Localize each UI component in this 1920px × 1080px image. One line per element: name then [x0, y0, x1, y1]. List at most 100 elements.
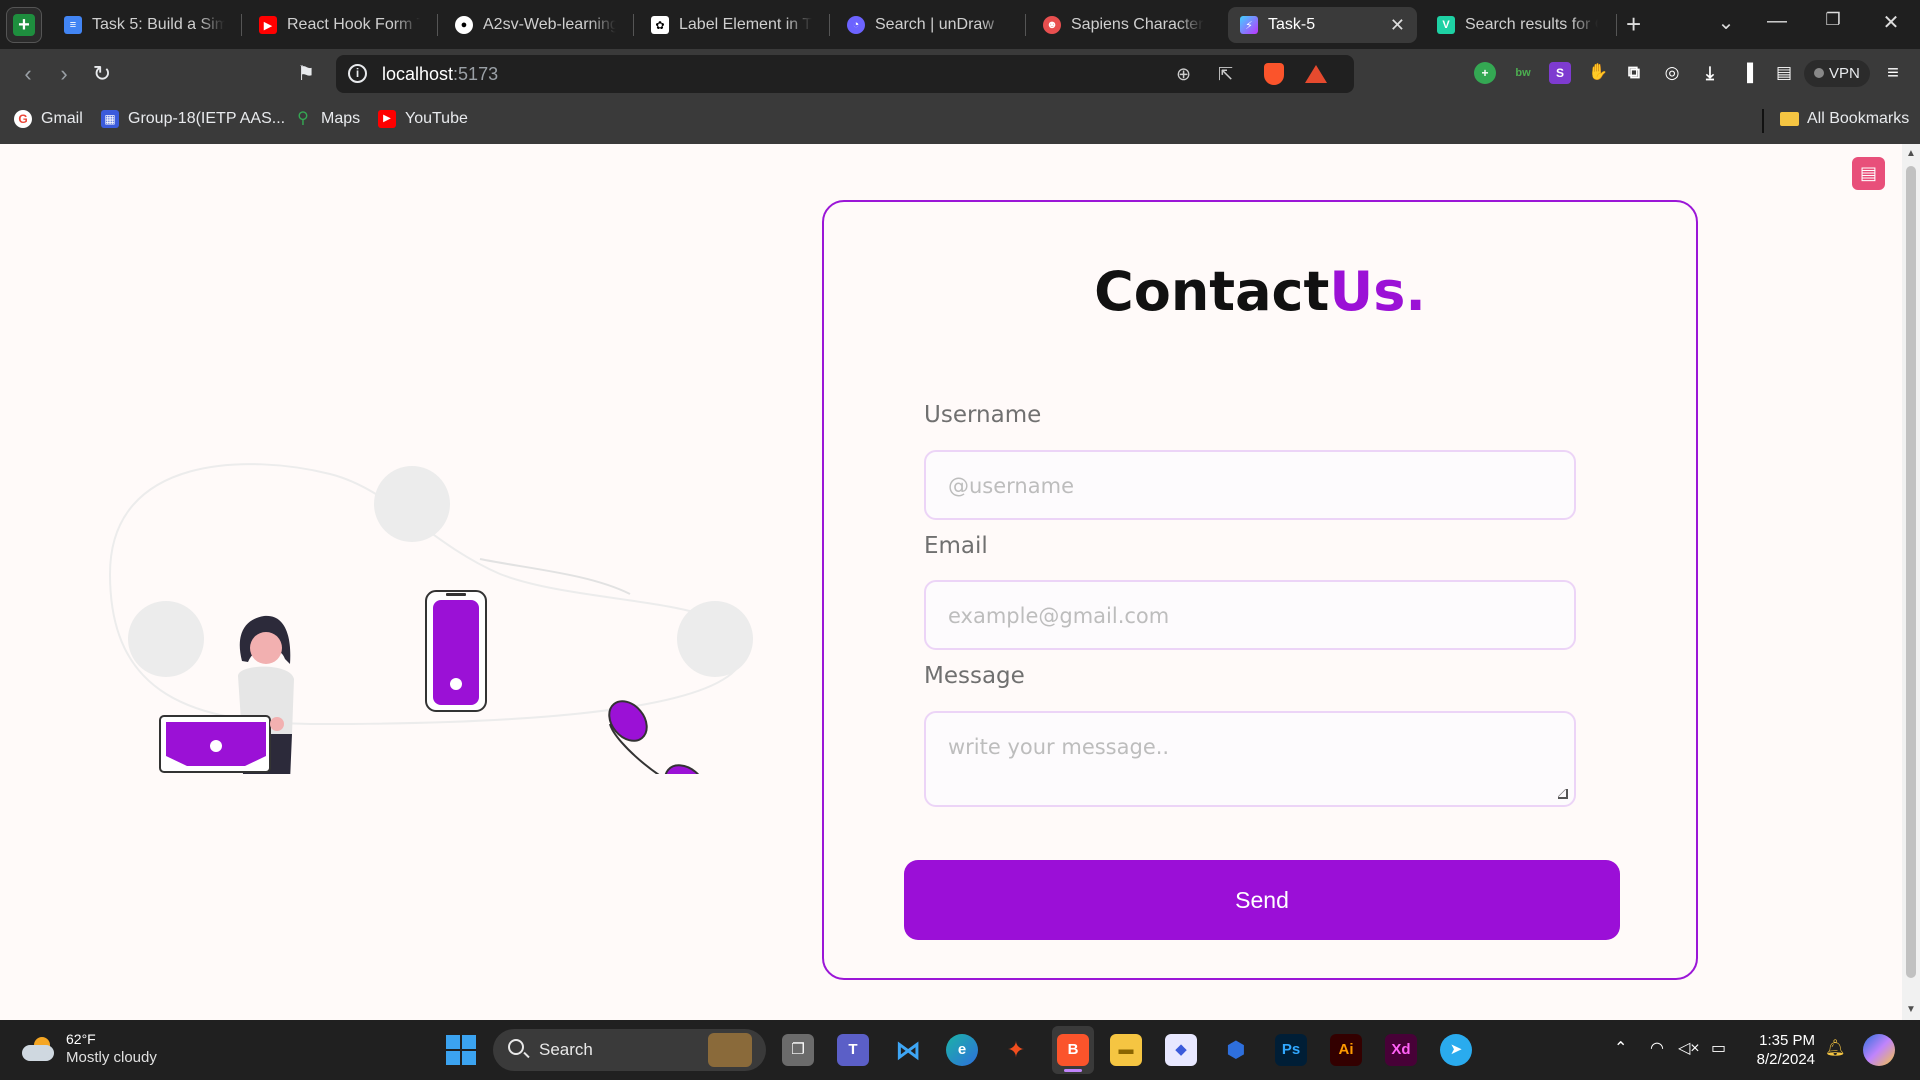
xd-icon[interactable]: Xd: [1385, 1034, 1417, 1066]
restore-icon[interactable]: ❐: [1813, 10, 1853, 30]
notification-bell-icon[interactable]: 🔔︎: [1825, 1038, 1845, 1058]
extension-s-icon[interactable]: S: [1549, 62, 1571, 84]
google-icon: G: [14, 110, 32, 128]
windows-taskbar: 62°F Mostly cloudy Search ❐ T ⋈ e ✦ B ▬ …: [0, 1020, 1920, 1080]
message-textarea[interactable]: write your message..: [924, 711, 1576, 807]
tab-github[interactable]: ● A2sv-Web-learning-: [443, 7, 628, 43]
figma-icon[interactable]: ✦: [1000, 1034, 1032, 1066]
search-highlight-icon: [708, 1033, 752, 1067]
username-input[interactable]: @username: [924, 450, 1576, 520]
bookmark-group18[interactable]: ▦ Group-18(IETP AAS...: [101, 110, 285, 128]
bookmark-youtube[interactable]: ▶ YouTube: [378, 110, 468, 128]
all-bookmarks-label: All Bookmarks: [1807, 110, 1910, 127]
brave-shields-icon[interactable]: [1264, 63, 1284, 85]
tab-actions-button[interactable]: +: [6, 7, 42, 43]
extensions-puzzle-icon[interactable]: ⧉: [1623, 62, 1645, 84]
app-icon[interactable]: ◆: [1165, 1034, 1197, 1066]
bookmark-label: Maps: [321, 110, 361, 127]
bookmark-icon[interactable]: ⚑: [292, 61, 320, 86]
tab-sapiens[interactable]: ☻ Sapiens Character Bu: [1031, 7, 1216, 43]
tab-search-chevron-icon[interactable]: ⌄: [1706, 10, 1746, 35]
tab-task5-active[interactable]: ⚡ Task-5 ✕: [1228, 7, 1417, 43]
zoom-icon[interactable]: ⊕: [1176, 64, 1191, 85]
download-icon[interactable]: ⤓: [1699, 62, 1721, 84]
page-scrollbar[interactable]: ▲ ▼: [1902, 144, 1920, 1020]
title-accent: Us.: [1329, 260, 1426, 323]
extension-plus-icon[interactable]: +: [1474, 62, 1496, 84]
brave-taskbar-button[interactable]: B: [1052, 1026, 1094, 1074]
file-explorer-icon[interactable]: ▬: [1110, 1034, 1142, 1066]
tab-undraw[interactable]: ◔ Search | unDraw: [835, 7, 1020, 43]
tab-title: A2sv-Web-learning-: [483, 16, 616, 33]
start-button[interactable]: [446, 1035, 476, 1065]
xd-label: Xd: [1391, 1041, 1411, 1058]
new-tab-button[interactable]: +: [1626, 10, 1641, 38]
vpn-button[interactable]: VPN: [1804, 60, 1870, 87]
telegram-icon[interactable]: ➤: [1440, 1034, 1472, 1066]
extension-hand-icon[interactable]: ✋: [1587, 62, 1609, 84]
share-icon[interactable]: ⇱: [1218, 64, 1233, 85]
url-host: localhost: [382, 64, 454, 84]
tab-task5-doc[interactable]: ≡ Task 5: Build a Simple: [52, 7, 237, 43]
sidebar-icon[interactable]: ▐: [1736, 62, 1758, 84]
taskbar-search[interactable]: Search: [493, 1029, 766, 1071]
task-view-icon[interactable]: ❐: [782, 1034, 814, 1066]
vuetify-icon: V: [1437, 16, 1455, 34]
bookmark-maps[interactable]: ⚲ Maps: [294, 110, 360, 128]
close-tab-icon[interactable]: ✕: [1390, 15, 1405, 36]
bookmark-label: Gmail: [41, 110, 83, 127]
bookmarks-bar: G Gmail ▦ Group-18(IETP AAS... ⚲ Maps ▶ …: [0, 99, 1920, 144]
back-icon[interactable]: ‹: [14, 61, 42, 87]
wifi-icon[interactable]: ◠: [1650, 1038, 1664, 1058]
send-button[interactable]: Send: [904, 860, 1620, 940]
brave-rewards-icon[interactable]: [1305, 65, 1327, 83]
wallet-icon[interactable]: ▤: [1773, 62, 1795, 84]
tray-overflow-icon[interactable]: ⌃: [1614, 1038, 1627, 1058]
resize-handle-icon[interactable]: [1558, 789, 1568, 799]
tab-search-results[interactable]: V Search results for Cc: [1425, 7, 1610, 43]
email-label: Email: [924, 533, 988, 559]
address-url[interactable]: localhost:5173: [382, 64, 498, 85]
github-icon: ●: [455, 16, 473, 34]
extension-bw-icon[interactable]: bw: [1512, 62, 1534, 84]
clipboard-extension-icon[interactable]: ▤: [1852, 157, 1885, 190]
username-placeholder: @username: [948, 474, 1074, 498]
tab-react-hook-form[interactable]: ▶ React Hook Form Tu: [247, 7, 432, 43]
url-port: :5173: [453, 64, 499, 84]
vscode-icon[interactable]: ⋈: [892, 1034, 924, 1066]
close-window-icon[interactable]: ✕: [1871, 10, 1911, 35]
search-label: Search: [539, 1040, 593, 1059]
bookmark-gmail[interactable]: G Gmail: [14, 110, 83, 128]
scrollbar-thumb[interactable]: [1906, 166, 1916, 978]
edge-icon[interactable]: e: [946, 1034, 978, 1066]
menu-icon[interactable]: ≡: [1882, 62, 1904, 84]
photoshop-icon[interactable]: Ps: [1275, 1034, 1307, 1066]
tab-chatgpt[interactable]: ✿ Label Element in TSX: [639, 7, 824, 43]
scroll-up-icon[interactable]: ▲: [1906, 148, 1916, 159]
scroll-down-icon[interactable]: ▼: [1906, 1004, 1916, 1015]
leo-icon[interactable]: ◎: [1661, 62, 1683, 84]
email-input[interactable]: example@gmail.com: [924, 580, 1576, 650]
tab-title: Task-5: [1268, 16, 1316, 33]
deco-circle: [128, 601, 204, 677]
teams-icon[interactable]: T: [837, 1034, 869, 1066]
weather-widget[interactable]: 62°F Mostly cloudy: [22, 1030, 157, 1067]
tab-strip: + ≡ Task 5: Build a Simple ▶ React Hook …: [0, 0, 1920, 49]
framer-icon[interactable]: ⬢: [1220, 1034, 1252, 1066]
all-bookmarks[interactable]: All Bookmarks: [1780, 110, 1909, 128]
address-bar[interactable]: i localhost:5173 ⊕ ⇱: [336, 55, 1354, 93]
site-info-icon[interactable]: i: [348, 64, 367, 83]
system-clock[interactable]: 1:35 PM 8/2/2024: [1755, 1031, 1815, 1069]
forward-icon[interactable]: ›: [50, 61, 78, 87]
vpn-label: VPN: [1829, 65, 1860, 82]
illustrator-icon[interactable]: Ai: [1330, 1034, 1362, 1066]
copilot-icon[interactable]: [1863, 1034, 1895, 1066]
tab-title: Search results for Cc: [1465, 16, 1598, 33]
folder-icon: [1780, 112, 1799, 126]
reload-icon[interactable]: ↻: [88, 61, 116, 87]
youtube-icon: ▶: [378, 110, 396, 128]
contact-form-card: ContactUs. Username @username Email exam…: [822, 200, 1698, 980]
minimize-icon[interactable]: —: [1757, 10, 1797, 33]
volume-muted-icon[interactable]: ◁×: [1678, 1038, 1700, 1058]
battery-icon[interactable]: ▭: [1711, 1038, 1726, 1058]
